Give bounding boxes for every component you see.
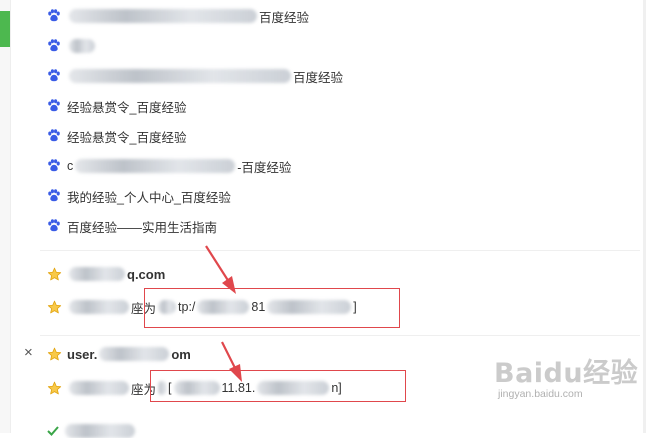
history-item-suffix: 百度经验 — [293, 70, 344, 85]
history-item-title: 经验悬赏令_百度经验 — [67, 100, 187, 115]
watermark-sub: jingyan.baidu.com — [498, 388, 583, 400]
history-item[interactable]: c -百度经验 — [47, 155, 291, 177]
star-icon — [47, 347, 62, 360]
redacted-text — [69, 300, 129, 314]
baidu-paw-icon — [48, 219, 60, 232]
baidu-paw-icon — [48, 69, 60, 82]
history-item-partial[interactable] — [47, 424, 137, 438]
sidebar-active-tab[interactable] — [0, 11, 10, 47]
history-item-title: 经验悬赏令_百度经验 — [67, 130, 187, 145]
checkmark-icon — [47, 426, 59, 436]
divider — [40, 335, 640, 336]
arrow-shaft — [221, 341, 237, 371]
history-item[interactable]: 百度经验 — [47, 65, 343, 87]
history-item[interactable]: 经验悬赏令_百度经验 — [47, 95, 186, 117]
star-icon — [47, 267, 62, 280]
history-item-title: 百度经验——实用生活指南 — [67, 220, 218, 235]
baidu-paw-icon — [48, 99, 60, 112]
redacted-text — [69, 39, 95, 53]
history-item[interactable]: 百度经验 — [47, 5, 309, 27]
annotation-box — [144, 288, 400, 328]
group-domain-suffix: q.com — [127, 266, 166, 282]
redacted-text — [75, 159, 236, 173]
redacted-text — [99, 347, 170, 361]
group-domain-suffix: om — [171, 346, 191, 362]
history-item-suffix: -百度经验 — [237, 160, 292, 175]
baidu-paw-icon — [48, 189, 60, 202]
history-item-suffix: 百度经验 — [259, 10, 310, 25]
history-item-prefix: c — [67, 159, 74, 173]
star-icon — [47, 381, 62, 394]
arrow-shaft — [205, 245, 230, 283]
left-rail — [0, 0, 11, 433]
bookmark-group-header[interactable]: q.com — [47, 263, 165, 285]
baidu-paw-icon — [48, 9, 60, 22]
watermark-main: Baidu经验 — [494, 358, 639, 389]
history-item[interactable]: 我的经验_个人中心_百度经验 — [47, 185, 231, 207]
annotation-box — [150, 370, 406, 402]
redacted-text — [69, 381, 129, 395]
baidu-jingyan-watermark: Baidu经验 jingyan.baidu.com — [494, 360, 644, 412]
history-item-title: 我的经验_个人中心_百度经验 — [67, 190, 231, 205]
group-domain-prefix: user. — [67, 346, 98, 362]
star-icon — [47, 300, 62, 313]
bookmark-group-header[interactable]: user. om — [47, 343, 191, 365]
redacted-text — [65, 424, 135, 438]
baidu-paw-icon — [48, 159, 60, 172]
history-item[interactable] — [47, 35, 97, 57]
redacted-text — [69, 9, 257, 23]
baidu-paw-icon — [48, 129, 60, 142]
baidu-paw-icon — [48, 39, 60, 52]
history-item[interactable]: 经验悬赏令_百度经验 — [47, 125, 186, 147]
redacted-text — [69, 69, 291, 83]
close-icon[interactable]: × — [24, 344, 33, 361]
divider — [40, 250, 640, 251]
redacted-text — [69, 267, 125, 281]
history-item[interactable]: 百度经验——实用生活指南 — [47, 215, 217, 237]
